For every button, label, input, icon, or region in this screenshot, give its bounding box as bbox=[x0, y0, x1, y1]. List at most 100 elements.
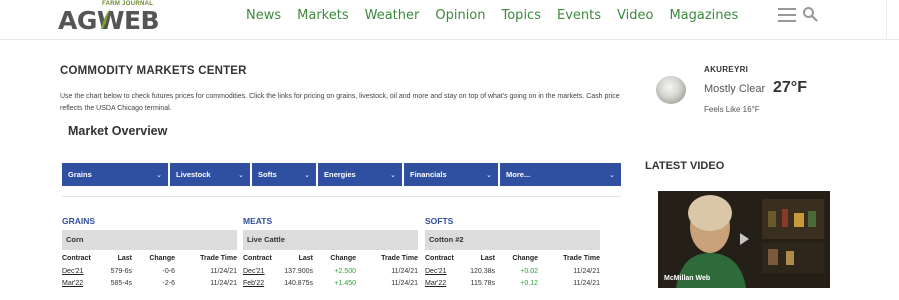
tab-label: Financials bbox=[410, 170, 447, 179]
contract-link[interactable]: Dec'21 bbox=[62, 266, 98, 278]
table-row: Feb'22 140.875s +1.450 11/24/21 bbox=[243, 278, 418, 290]
trade-time: 11/24/21 bbox=[391, 268, 418, 275]
tab-energies[interactable]: Energies ⌄ bbox=[318, 163, 404, 186]
menu-icon[interactable] bbox=[778, 8, 796, 22]
table-row: Dec'21 137.900s +2.500 11/24/21 bbox=[243, 266, 418, 278]
nav-opinion[interactable]: Opinion bbox=[435, 8, 485, 24]
weather-condition: Mostly Clear bbox=[704, 83, 766, 95]
grains-section: GRAINS Corn Contract Last Change Trade T… bbox=[62, 216, 237, 290]
col-trade-time: Trade Time bbox=[381, 255, 418, 262]
trade-time: 11/24/21 bbox=[573, 280, 600, 287]
table-row: Mar'22 585-4s -2-6 11/24/21 bbox=[62, 278, 237, 290]
chevron-down-icon: ⌄ bbox=[238, 171, 244, 179]
last-price: 137.900s bbox=[284, 268, 313, 275]
trade-time: 11/24/21 bbox=[210, 280, 237, 287]
last-price: 585-4s bbox=[110, 280, 132, 287]
weather-icon bbox=[656, 76, 686, 104]
commodity-subhead: Cotton #2 bbox=[425, 230, 600, 250]
trade-time: 11/24/21 bbox=[573, 268, 600, 275]
col-change: Change bbox=[149, 255, 175, 262]
column-headers: Contract Last Change Trade Time bbox=[243, 255, 418, 266]
nav-topics[interactable]: Topics bbox=[502, 8, 541, 24]
meats-section: MEATS Live Cattle Contract Last Change T… bbox=[243, 216, 418, 290]
play-icon[interactable] bbox=[736, 231, 752, 247]
chevron-down-icon: ⌄ bbox=[390, 171, 396, 179]
price-change: -0-6 bbox=[162, 268, 175, 275]
chevron-down-icon: ⌄ bbox=[609, 171, 615, 179]
last-price: 115.78s bbox=[470, 280, 495, 287]
weather-temp: 27°F bbox=[773, 79, 807, 96]
chevron-down-icon: ⌄ bbox=[304, 171, 310, 179]
weather-city: AKUREYRI bbox=[704, 65, 749, 74]
table-row: Dec'21 579-6s -0-6 11/24/21 bbox=[62, 266, 237, 278]
trade-time: 11/24/21 bbox=[210, 268, 237, 275]
col-change: Change bbox=[512, 255, 538, 262]
price-change: +1.450 bbox=[334, 280, 356, 287]
nav-news[interactable]: News bbox=[246, 8, 281, 24]
contract-link[interactable]: Dec'21 bbox=[425, 266, 461, 278]
table-row: Mar'22 115.78s +0.12 11/24/21 bbox=[425, 278, 600, 290]
nav-events[interactable]: Events bbox=[557, 8, 601, 24]
tab-label: Grains bbox=[68, 170, 92, 179]
table-row: Dec'21 120.38s +0.02 11/24/21 bbox=[425, 266, 600, 278]
tab-label: Softs bbox=[258, 170, 277, 179]
col-contract: Contract bbox=[243, 255, 272, 262]
section-title: MEATS bbox=[243, 216, 273, 226]
tabs-divider bbox=[62, 196, 621, 197]
column-headers: Contract Last Change Trade Time bbox=[425, 255, 600, 266]
video-title: McMillan Web bbox=[664, 275, 711, 282]
price-change: -2-6 bbox=[162, 280, 175, 287]
last-price: 579-6s bbox=[110, 268, 132, 275]
nav-markets[interactable]: Markets bbox=[297, 8, 348, 24]
price-change: +0.02 bbox=[520, 268, 538, 275]
col-trade-time: Trade Time bbox=[200, 255, 237, 262]
market-tabs: Grains ⌄ Livestock ⌄ Softs ⌄ Energies ⌄ … bbox=[62, 163, 621, 186]
softs-section: SOFTS Cotton #2 Contract Last Change Tra… bbox=[425, 216, 600, 290]
tab-more[interactable]: More... ⌄ bbox=[500, 163, 621, 186]
tab-label: Livestock bbox=[176, 170, 211, 179]
tab-grains[interactable]: Grains ⌄ bbox=[62, 163, 170, 186]
contract-link[interactable]: Dec'21 bbox=[243, 266, 279, 278]
latest-video-heading: LATEST VIDEO bbox=[645, 160, 725, 172]
price-change: +2.500 bbox=[334, 268, 356, 275]
leaf-icon bbox=[101, 9, 110, 29]
col-contract: Contract bbox=[62, 255, 91, 262]
tab-label: Energies bbox=[324, 170, 356, 179]
contract-link[interactable]: Mar'22 bbox=[62, 278, 98, 290]
col-last: Last bbox=[480, 255, 495, 262]
nav-magazines[interactable]: Magazines bbox=[669, 8, 738, 24]
market-overview-title: Market Overview bbox=[68, 124, 168, 138]
section-title: GRAINS bbox=[62, 216, 96, 226]
search-icon[interactable] bbox=[802, 6, 818, 22]
col-contract: Contract bbox=[425, 255, 454, 262]
chevron-down-icon: ⌄ bbox=[486, 171, 492, 179]
commodity-subhead: Corn bbox=[62, 230, 237, 250]
section-title: SOFTS bbox=[425, 216, 454, 226]
commodity-subhead: Live Cattle bbox=[243, 230, 418, 250]
nav-weather[interactable]: Weather bbox=[365, 8, 420, 24]
chevron-down-icon: ⌄ bbox=[156, 171, 162, 179]
tab-livestock[interactable]: Livestock ⌄ bbox=[170, 163, 252, 186]
col-last: Last bbox=[298, 255, 313, 262]
main-nav: News Markets Weather Opinion Topics Even… bbox=[246, 8, 754, 24]
tab-softs[interactable]: Softs ⌄ bbox=[252, 163, 318, 186]
trade-time: 11/24/21 bbox=[391, 280, 418, 287]
col-change: Change bbox=[330, 255, 356, 262]
column-headers: Contract Last Change Trade Time bbox=[62, 255, 237, 266]
last-price: 120.38s bbox=[470, 268, 495, 275]
contract-link[interactable]: Feb'22 bbox=[243, 278, 279, 290]
weather-feels-like: Feels Like 16°F bbox=[704, 105, 760, 114]
page-title: COMMODITY MARKETS CENTER bbox=[60, 65, 247, 77]
price-change: +0.12 bbox=[520, 280, 538, 287]
nav-video[interactable]: Video bbox=[617, 8, 653, 24]
video-thumbnail[interactable]: McMillan Web bbox=[658, 191, 830, 288]
intro-text: Use the chart below to check futures pri… bbox=[60, 93, 620, 112]
site-header: FARM JOURNAL AGWEB News Markets Weather … bbox=[0, 0, 899, 40]
last-price: 140.875s bbox=[284, 280, 313, 287]
contract-link[interactable]: Mar'22 bbox=[425, 278, 461, 290]
agweb-logo[interactable]: FARM JOURNAL AGWEB bbox=[58, 0, 168, 36]
col-trade-time: Trade Time bbox=[563, 255, 600, 262]
col-last: Last bbox=[117, 255, 132, 262]
tab-label: More... bbox=[506, 170, 531, 179]
tab-financials[interactable]: Financials ⌄ bbox=[404, 163, 500, 186]
